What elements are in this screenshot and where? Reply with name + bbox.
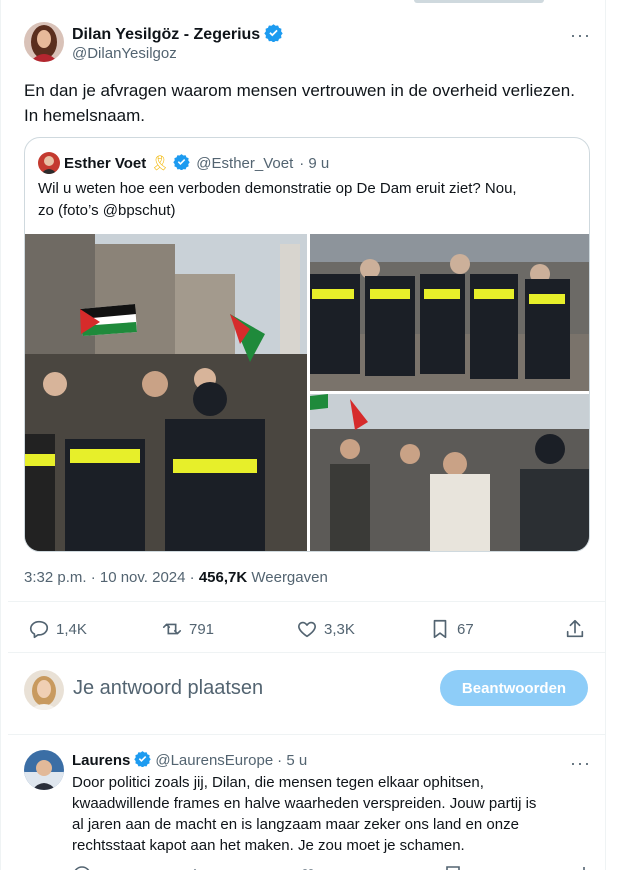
repost-button[interactable]: 791: [161, 618, 214, 640]
share-icon: [566, 619, 584, 638]
reply-handle[interactable]: @LaurensEurope: [155, 752, 273, 769]
divider: [8, 652, 605, 653]
reply-text: Door politici zoals jij, Dilan, die mens…: [72, 772, 592, 856]
bookmark-icon: [433, 619, 447, 639]
reply-button[interactable]: 1,4K: [28, 618, 87, 640]
protest-photo-3[interactable]: [310, 394, 589, 551]
verified-badge-icon: [134, 750, 152, 771]
reply-text-line: al jaren aan de macht en is langzaam maa…: [72, 816, 519, 833]
reply-submit-button[interactable]: Beantwoorden: [440, 670, 588, 706]
quoted-text: Wil u weten hoe een verboden demonstrati…: [38, 178, 578, 222]
current-user-avatar[interactable]: [24, 670, 64, 710]
author-name[interactable]: Dilan Yesilgöz - Zegerius: [72, 23, 283, 47]
reply-icon: [29, 620, 49, 639]
views-label: Weergaven: [247, 569, 328, 586]
quoted-media-grid: [25, 234, 589, 551]
left-border: [0, 0, 1, 870]
reply-header: Laurens @LaurensEurope · 5 u: [72, 750, 307, 771]
like-button[interactable]: 3,3K: [296, 618, 355, 640]
tweet-text-line: En dan je afvragen waarom mensen vertrou…: [24, 81, 575, 100]
reply-text-line: Door politici zoals jij, Dilan, die mens…: [72, 774, 484, 791]
bookmark-button[interactable]: 67: [429, 618, 474, 640]
tweet-text: En dan je afvragen waarom mensen vertrou…: [24, 78, 594, 128]
reply-input[interactable]: Je antwoord plaatsen: [73, 677, 263, 700]
reply-text-line: kwaadwillende frames en halve waarheden …: [72, 795, 537, 812]
quoted-time: · 9 u: [299, 154, 330, 172]
quoted-author-name: Esther Voet: [64, 154, 147, 172]
reply-author-name[interactable]: Laurens: [72, 752, 130, 769]
heart-icon: [298, 621, 316, 638]
verified-badge-icon: [173, 153, 191, 174]
verified-badge-icon: [264, 23, 283, 47]
tweet-timestamp[interactable]: 3:32 p.m. · 10 nov. 2024 · 456,7K Weerga…: [24, 569, 328, 586]
share-button[interactable]: [564, 618, 586, 640]
action-bar: 1,4K 791 3,3K 67: [24, 612, 590, 646]
timestamp-text: 3:32 p.m. · 10 nov. 2024 ·: [24, 569, 199, 586]
tweet-text-line: In hemelsnaam.: [24, 106, 145, 125]
more-icon[interactable]: ···: [570, 25, 591, 46]
bookmark-count: 67: [457, 620, 474, 638]
author-name-text: Dilan Yesilgöz - Zegerius: [72, 26, 261, 43]
divider: [8, 734, 605, 735]
repost-icon: [162, 623, 182, 635]
right-border: [605, 0, 606, 870]
yellow-ribbon-icon: 🎗: [150, 155, 170, 172]
protest-photo-2[interactable]: [310, 234, 589, 391]
like-count: 3,3K: [324, 620, 355, 638]
quoted-header: Esther Voet 🎗 @Esther_Voet · 9 u: [38, 152, 329, 174]
quoted-handle: @Esther_Voet: [196, 154, 294, 172]
author-avatar[interactable]: [24, 22, 64, 62]
reply-author-avatar[interactable]: [24, 750, 64, 790]
quoted-text-line: zo (foto’s @bpschut): [38, 202, 176, 219]
reply-time: · 5 u: [277, 752, 308, 769]
quoted-text-line: Wil u weten hoe een verboden demonstrati…: [38, 180, 517, 197]
protest-photo-1[interactable]: [25, 234, 307, 551]
top-edge: [414, 0, 544, 3]
more-icon[interactable]: ···: [570, 753, 591, 774]
views-count: 456,7K: [198, 569, 248, 586]
repost-count: 791: [189, 620, 215, 638]
reply-text-line: rechtsstaat kapot aan het maken. Je zou …: [72, 837, 465, 854]
quoted-avatar: [38, 152, 60, 174]
reply-count: 1,4K: [56, 620, 87, 638]
divider: [8, 601, 605, 602]
quoted-tweet[interactable]: Esther Voet 🎗 @Esther_Voet · 9 u Wil u w…: [24, 137, 590, 552]
author-handle[interactable]: @DilanYesilgoz: [72, 45, 177, 62]
reply-action-bar: [72, 862, 592, 870]
